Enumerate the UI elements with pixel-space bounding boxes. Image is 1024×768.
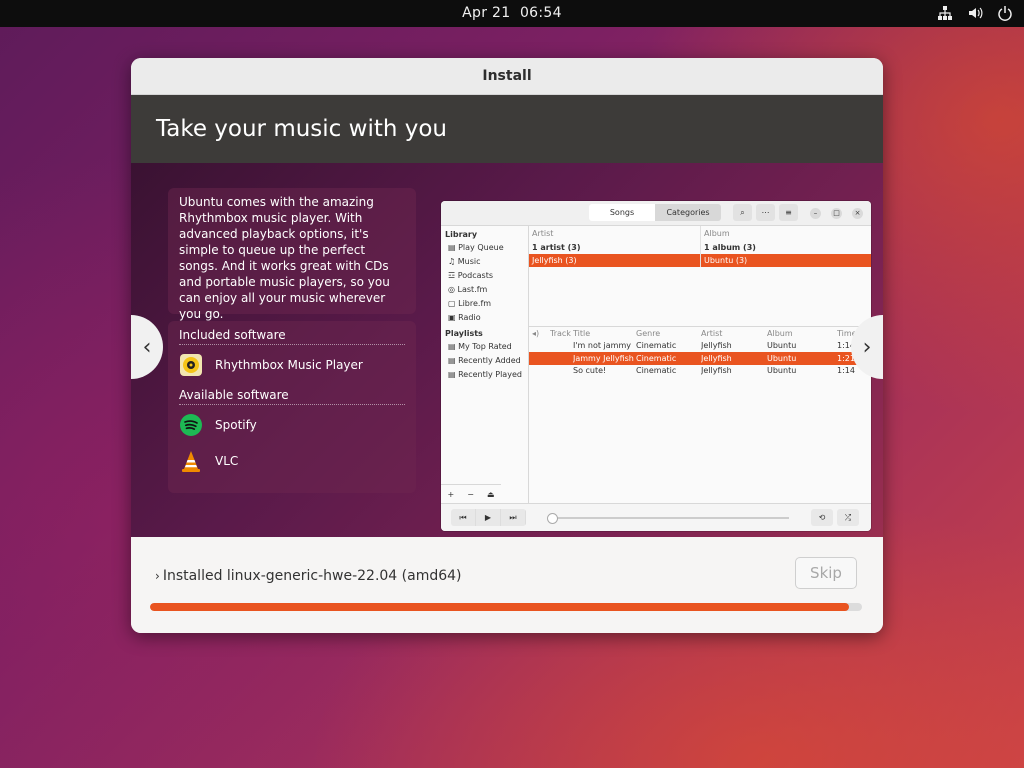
remove-icon: −	[467, 490, 474, 499]
included-software-heading: Included software	[179, 327, 405, 345]
minimize-icon: –	[810, 208, 821, 219]
rhythmbox-icon	[179, 353, 203, 377]
rhythmbox-header: Songs Categories ⌕ ⋯ ≡ – □ ×	[441, 201, 871, 226]
software-name: VLC	[215, 454, 239, 468]
view-toggle: Songs Categories	[589, 204, 721, 221]
album-column: Album 1 album (3) Ubuntu (3)	[700, 226, 871, 267]
sidebar-item: ▤ My Top Rated	[448, 342, 512, 351]
library-heading: Library	[445, 230, 478, 239]
software-name: Rhythmbox Music Player	[215, 358, 363, 372]
network-icon[interactable]	[936, 4, 954, 22]
previous-track-icon: ⏮	[451, 509, 476, 526]
slideshow: ‹ Ubuntu comes with the amazing Rhythmbo…	[131, 163, 883, 537]
slide-description: Ubuntu comes with the amazing Rhythmbox …	[168, 188, 416, 321]
software-item-vlc: VLC	[179, 447, 405, 475]
skip-button[interactable]: Skip	[795, 557, 857, 589]
chevron-right-icon: ›	[155, 569, 160, 583]
sidebar-item: ▢ Libre.fm	[448, 299, 492, 308]
rhythmbox-main: Artist 1 artist (3) Jellyfish (3) Album …	[529, 226, 871, 504]
search-icon: ⌕	[733, 204, 752, 221]
more-icon: ⋯	[756, 204, 775, 221]
transport-controls: ⏮ ▶ ⏭	[451, 509, 526, 526]
install-status[interactable]: › Installed linux-generic-hwe-22.04 (amd6…	[155, 568, 462, 584]
available-software-heading: Available software	[179, 387, 405, 405]
eject-icon: ⏏	[486, 490, 495, 499]
sidebar-item: ◎ Last.fm	[448, 285, 488, 294]
browser-row: Ubuntu (3)	[701, 254, 871, 267]
sidebar-item: ▣ Radio	[448, 313, 481, 322]
maximize-icon: □	[831, 208, 842, 219]
rhythmbox-sidebar: Library ▤ Play Queue ♫ Music ☲ Podcasts …	[441, 226, 529, 504]
top-bar: Apr 21 06:54	[0, 0, 1024, 27]
sidebar-item: ▤ Recently Played	[448, 370, 522, 379]
chevron-right-icon: ›	[862, 334, 872, 360]
close-icon: ×	[852, 208, 863, 219]
artist-column: Artist 1 artist (3) Jellyfish (3)	[529, 226, 700, 267]
software-panel: Included software Rhythmbox Music Player…	[168, 321, 416, 493]
rhythmbox-preview: Songs Categories ⌕ ⋯ ≡ – □ × Library ▤ P…	[441, 201, 871, 531]
column-header: Artist	[532, 229, 554, 238]
sidebar-item: ▤ Recently Added	[448, 356, 521, 365]
browser-row: 1 album (3)	[704, 243, 756, 252]
tab-categories: Categories	[655, 204, 721, 221]
spotify-icon	[179, 413, 203, 437]
song-list-header: ◂) Track Title Genre Artist Album Time	[529, 327, 871, 340]
progress-fill	[150, 603, 850, 611]
sidebar-item: ☲ Podcasts	[448, 271, 494, 280]
add-icon: +	[447, 490, 455, 499]
vlc-icon	[179, 449, 203, 473]
column-header: Album	[704, 229, 730, 238]
software-item-spotify: Spotify	[179, 411, 405, 439]
menu-icon: ≡	[779, 204, 798, 221]
sidebar-actions: + − ⏏	[441, 484, 501, 504]
song-row-selected: Jammy Jellyfish Cinematic Jellyfish Ubun…	[529, 352, 871, 365]
song-row: So cute! Cinematic Jellyfish Ubuntu 1:14	[573, 366, 855, 376]
next-track-icon: ⏭	[501, 509, 526, 526]
previous-slide-button[interactable]: ‹	[131, 315, 163, 379]
clock[interactable]: Apr 21 06:54	[0, 5, 1024, 21]
install-progress-area: › Installed linux-generic-hwe-22.04 (amd6…	[131, 537, 883, 633]
browser-row: Jellyfish (3)	[529, 254, 700, 267]
browser-row: 1 artist (3)	[532, 243, 581, 252]
tab-songs: Songs	[589, 204, 655, 221]
seek-knob	[547, 513, 558, 524]
chevron-left-icon: ‹	[142, 334, 152, 360]
playlists-heading: Playlists	[445, 329, 483, 338]
window-title: Install	[131, 58, 883, 95]
volume-icon[interactable]	[966, 4, 984, 22]
song-row: I'm not jammy Cinematic Jellyfish Ubuntu…	[573, 341, 855, 351]
shuffle-icon: ⤮	[837, 509, 859, 526]
slide-title: Take your music with you	[131, 95, 883, 163]
software-item-rhythmbox: Rhythmbox Music Player	[179, 351, 405, 379]
system-tray[interactable]	[936, 4, 1014, 22]
sidebar-item: ▤ Play Queue	[448, 243, 504, 252]
play-icon: ▶	[476, 509, 501, 526]
player-controls: ⏮ ▶ ⏭ ⟲ ⤮	[441, 503, 871, 531]
software-name: Spotify	[215, 418, 257, 432]
installer-window: Install Take your music with you ‹ Ubunt…	[131, 58, 883, 633]
song-list: ◂) Track Title Genre Artist Album Time I…	[529, 327, 871, 377]
install-status-text: Installed linux-generic-hwe-22.04 (amd64…	[162, 568, 462, 584]
library-browser: Artist 1 artist (3) Jellyfish (3) Album …	[529, 226, 871, 327]
install-progress-bar	[150, 603, 862, 611]
sidebar-item: ♫ Music	[448, 257, 481, 266]
speaker-icon: ◂)	[532, 328, 540, 338]
repeat-icon: ⟲	[811, 509, 833, 526]
seek-bar	[547, 513, 789, 524]
power-icon[interactable]	[996, 4, 1014, 22]
